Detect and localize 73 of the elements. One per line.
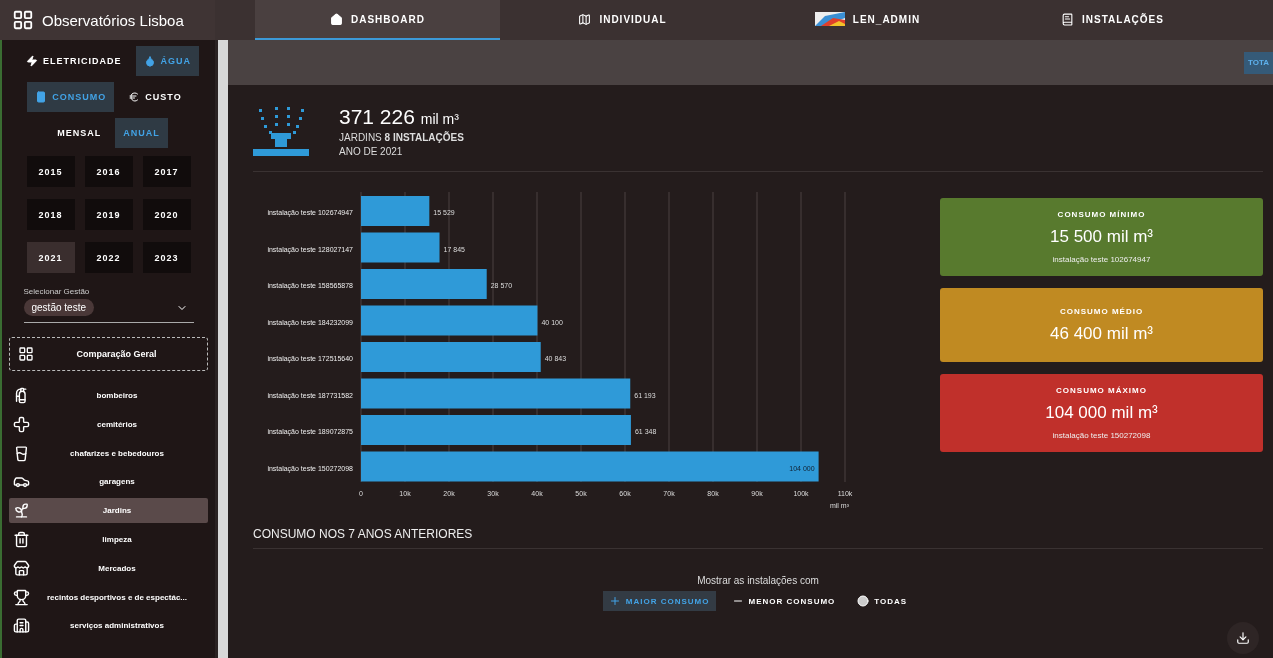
store-icon xyxy=(13,559,30,577)
year-button[interactable]: 2017 xyxy=(142,156,191,187)
download-button[interactable] xyxy=(1227,622,1259,654)
download-icon xyxy=(1236,631,1250,645)
sprout-icon xyxy=(13,502,30,520)
card-title: CONSUMO MÉDIO xyxy=(1059,306,1144,316)
card-value: 46 400 mil m³ xyxy=(1050,323,1153,344)
sprinkler-icon xyxy=(253,105,309,159)
nav-tab[interactable]: LEN_ADMIN xyxy=(745,0,990,40)
category-subtitle: JARDINS 8 INSTALAÇÕES xyxy=(339,132,464,143)
droplet-icon xyxy=(143,55,156,67)
trophy-icon xyxy=(13,588,30,606)
toggle-button[interactable]: CUSTO xyxy=(120,82,190,112)
circle-icon xyxy=(857,595,870,607)
plus-icon xyxy=(608,595,621,607)
card-detail: instalação teste 150272098 xyxy=(1052,431,1151,440)
year-button[interactable]: 2018 xyxy=(26,199,75,230)
year-button[interactable]: 2021 xyxy=(26,242,75,273)
building-icon xyxy=(13,617,30,635)
card-value: 15 500 mil m³ xyxy=(1050,227,1153,247)
filter-button[interactable]: TODAS xyxy=(851,591,914,611)
toggle-button[interactable]: ELETRICIDADE xyxy=(18,46,130,76)
phone-icon xyxy=(35,91,48,103)
select-label: Selecionar Gestão xyxy=(23,287,91,296)
year-button[interactable]: 2020 xyxy=(142,199,191,230)
toggle-button[interactable]: MENSAL xyxy=(49,118,110,148)
category-item[interactable]: garagens xyxy=(9,469,208,495)
flag-icon xyxy=(814,12,845,26)
card-detail: instalação teste 102674947 xyxy=(1052,255,1151,264)
filter-button[interactable]: MAIOR CONSUMO xyxy=(602,591,716,611)
overview-button[interactable]: Comparação Geral xyxy=(9,337,208,371)
category-item[interactable]: Mercados xyxy=(9,555,208,581)
year-label: ANO DE 2021 xyxy=(339,146,404,157)
nav-tab[interactable]: INSTALAÇÕES xyxy=(990,0,1235,40)
lightning-icon xyxy=(26,55,38,67)
toggle-button[interactable]: ÁGUA xyxy=(135,46,199,76)
year-button[interactable]: 2022 xyxy=(84,242,133,273)
year-button[interactable]: 2015 xyxy=(26,156,75,187)
total-value: 371 226 mil m³ xyxy=(339,105,460,129)
card-title: CONSUMO MÁXIMO xyxy=(1056,386,1147,395)
category-item[interactable]: limpeza xyxy=(9,527,208,552)
category-item[interactable]: cemitérios xyxy=(9,411,208,437)
year-button[interactable]: 2019 xyxy=(84,199,133,230)
scrollbar[interactable] xyxy=(215,40,228,658)
category-item[interactable]: serviços administrativos xyxy=(9,613,208,639)
euro-icon xyxy=(128,91,141,103)
book-icon xyxy=(1061,12,1075,26)
logo-icon xyxy=(12,9,34,31)
selected-chip: gestão teste xyxy=(23,299,94,316)
card-value: 104 000 mil m³ xyxy=(1045,403,1158,423)
card-title: CONSUMO MÍNIMO xyxy=(1057,210,1146,219)
filter-button[interactable]: MENOR CONSUMO xyxy=(725,591,842,611)
category-item[interactable]: bombeiros xyxy=(9,383,208,408)
cross-icon xyxy=(13,415,30,433)
year-button[interactable]: 2023 xyxy=(142,242,191,273)
filter-prompt: Mostrar as instalações com xyxy=(697,575,819,586)
management-select[interactable]: gestão teste xyxy=(23,299,194,323)
year-button[interactable]: 2016 xyxy=(84,156,133,187)
grid-icon xyxy=(18,346,34,362)
nav-tab[interactable]: INDIVIDUAL xyxy=(500,0,745,40)
trash-icon xyxy=(13,531,30,548)
category-item[interactable]: Jardins xyxy=(9,498,208,524)
section-title: CONSUMO NOS 7 ANOS ANTERIORES xyxy=(253,527,473,541)
glass-icon xyxy=(13,444,30,462)
home-icon xyxy=(330,12,343,26)
toggle-button[interactable]: ANUAL xyxy=(115,118,168,148)
category-item[interactable]: chafarizes e bebedouros xyxy=(9,440,208,466)
category-item[interactable]: recintos desportivos e de espectác... xyxy=(9,584,208,610)
bar xyxy=(361,196,430,226)
map-icon xyxy=(578,12,592,26)
nav-tab[interactable]: DASHBOARD xyxy=(255,0,500,40)
app-title: Observatórios Lisboa xyxy=(42,11,184,29)
toggle-button[interactable]: CONSUMO xyxy=(27,82,115,112)
